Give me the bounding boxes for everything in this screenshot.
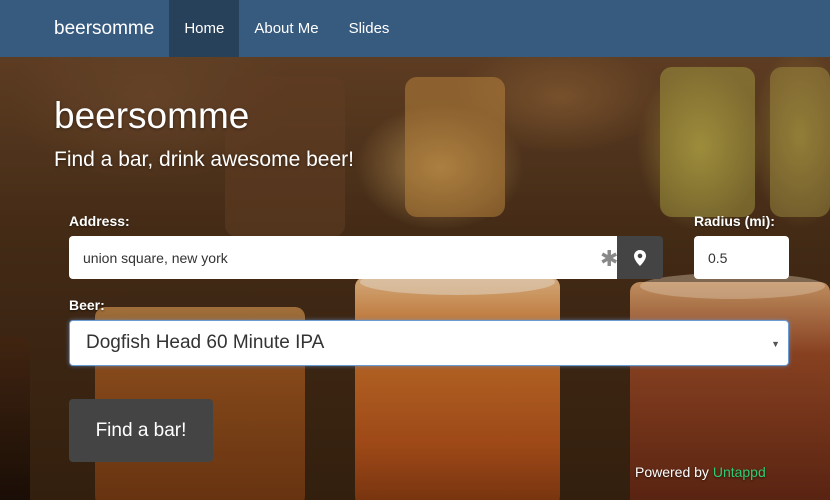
powered-by-text: Powered by Untappd (635, 464, 766, 480)
address-input[interactable] (69, 236, 617, 279)
nav-item-slides[interactable]: Slides (334, 0, 405, 57)
beer-select[interactable]: Dogfish Head 60 Minute IPA ▼ (69, 320, 789, 366)
page-title: beersomme (54, 95, 250, 136)
nav-item-about-me[interactable]: About Me (239, 0, 333, 57)
locate-button[interactable] (617, 236, 663, 279)
map-marker-icon (634, 249, 646, 266)
find-bar-button[interactable]: Find a bar! (69, 399, 213, 462)
search-panel: beersomme Find a bar, drink awesome beer… (0, 0, 830, 500)
nav-item-home[interactable]: Home (169, 0, 240, 57)
untappd-link[interactable]: Untappd (713, 464, 766, 480)
powered-by-label: Powered by (635, 464, 709, 480)
beer-label: Beer: (69, 297, 105, 313)
brand-link[interactable]: beersomme (54, 0, 154, 57)
navbar: beersomme Home About Me Slides (0, 0, 830, 57)
page-subtitle: Find a bar, drink awesome beer! (54, 148, 354, 171)
caret-down-icon: ▼ (771, 339, 780, 349)
asterisk-icon: ✱ (600, 246, 619, 271)
address-label: Address: (69, 213, 130, 229)
beer-select-value: Dogfish Head 60 Minute IPA (86, 332, 325, 353)
radius-input[interactable] (694, 236, 789, 279)
radius-label: Radius (mi): (694, 213, 775, 229)
